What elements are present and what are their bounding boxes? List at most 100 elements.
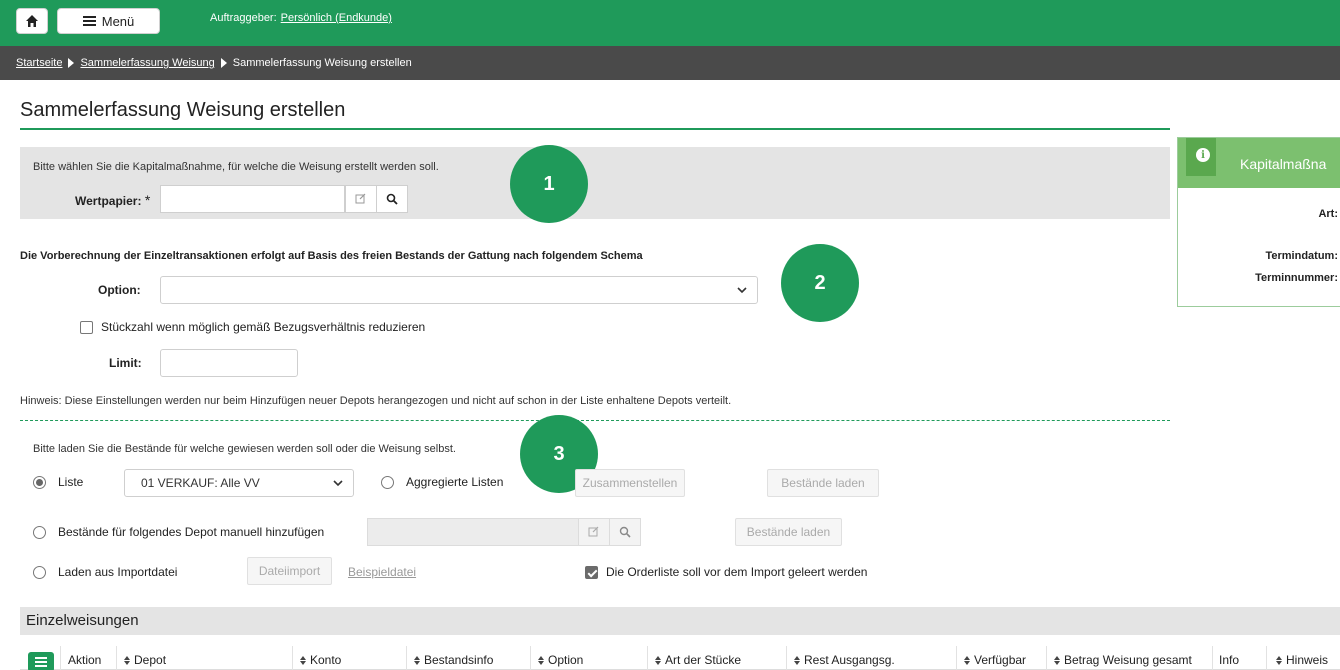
hamburger-icon bbox=[82, 16, 96, 26]
orderliste-leeren-label: Die Orderliste soll vor dem Import gelee… bbox=[606, 565, 868, 579]
home-icon bbox=[26, 15, 38, 27]
column-header-info: Info bbox=[1219, 653, 1239, 667]
kapitalmassnahme-info-panel: i Kapitalmaßna Art: Termindatum: Terminn… bbox=[1177, 137, 1340, 307]
column-header-hinweis[interactable]: Hinweis bbox=[1276, 653, 1328, 667]
import-label: Laden aus Importdatei bbox=[58, 565, 178, 579]
column-header-depot[interactable]: Depot bbox=[124, 653, 166, 667]
info-panel-header: i Kapitalmaßna bbox=[1178, 138, 1340, 188]
title-divider bbox=[20, 128, 1170, 130]
manuell-option: Bestände für folgendes Depot manuell hin… bbox=[33, 525, 324, 539]
page-title: Sammelerfassung Weisung erstellen bbox=[20, 99, 346, 121]
bestaende-laden-button-liste[interactable]: Bestände laden bbox=[767, 469, 879, 497]
column-separator bbox=[786, 646, 787, 670]
sort-icon bbox=[1276, 655, 1282, 665]
import-option: Laden aus Importdatei bbox=[33, 565, 177, 579]
manuell-radio[interactable] bbox=[33, 525, 46, 539]
chevron-down-icon bbox=[333, 480, 343, 487]
edit-icon bbox=[355, 193, 366, 204]
breadcrumb-separator-icon bbox=[220, 58, 227, 68]
liste-select[interactable]: 01 VERKAUF: Alle VV bbox=[124, 469, 354, 497]
column-separator bbox=[60, 646, 61, 670]
liste-option: Liste bbox=[33, 475, 83, 489]
info-termindatum-label: Termindatum: bbox=[1265, 250, 1338, 262]
column-label: Rest Ausgangsg. bbox=[804, 653, 895, 667]
column-header-bestandsinfo[interactable]: Bestandsinfo bbox=[414, 653, 493, 667]
breadcrumb-current: Sammelerfassung Weisung erstellen bbox=[232, 57, 412, 69]
column-separator bbox=[1266, 646, 1267, 670]
column-label: Option bbox=[548, 653, 584, 667]
depot-input[interactable] bbox=[367, 518, 579, 546]
auftraggeber-info: Auftraggeber: Persönlich (Endkunde) bbox=[210, 12, 392, 24]
column-label: Hinweis bbox=[1286, 653, 1329, 667]
breadcrumb-startseite[interactable]: Startseite bbox=[16, 57, 62, 69]
chevron-down-icon bbox=[737, 287, 747, 294]
wertpapier-search-button[interactable] bbox=[376, 185, 408, 213]
sort-icon bbox=[964, 655, 970, 665]
required-mark: * bbox=[144, 192, 151, 208]
bestaende-laden-button-depot[interactable]: Bestände laden bbox=[735, 518, 842, 546]
column-label: Bestandsinfo bbox=[424, 653, 494, 667]
sort-icon bbox=[1054, 655, 1060, 665]
wertpapier-section: Bitte wählen Sie die Kapitalmaßnahme, fü… bbox=[20, 147, 1170, 219]
column-separator bbox=[1046, 646, 1047, 670]
menu-button[interactable]: Menü bbox=[57, 8, 160, 34]
column-label: Konto bbox=[310, 653, 342, 667]
breadcrumb-sammelerfassung[interactable]: Sammelerfassung Weisung bbox=[80, 57, 214, 69]
depot-edit-button[interactable] bbox=[578, 518, 610, 546]
edit-icon bbox=[588, 526, 599, 537]
limit-label: Limit: bbox=[109, 356, 142, 370]
einzelweisungen-header: Einzelweisungen bbox=[20, 607, 1340, 635]
column-header-betrag-weisung[interactable]: Betrag Weisung gesamt bbox=[1054, 653, 1192, 667]
column-header-option[interactable]: Option bbox=[538, 653, 583, 667]
column-label: Depot bbox=[134, 653, 167, 667]
step-marker-1: 1 bbox=[510, 145, 588, 223]
import-radio[interactable] bbox=[33, 565, 46, 579]
sort-icon bbox=[655, 655, 661, 665]
dateiimport-button[interactable]: Dateiimport bbox=[247, 557, 332, 585]
breadcrumb-separator-icon bbox=[68, 58, 75, 68]
wertpapier-label-text: Wertpapier: bbox=[75, 194, 142, 208]
liste-radio[interactable] bbox=[33, 475, 46, 489]
reduce-checkbox[interactable] bbox=[80, 320, 93, 334]
table-menu-button[interactable] bbox=[28, 652, 54, 670]
column-label: Betrag Weisung gesamt bbox=[1064, 653, 1192, 667]
info-panel-title: Kapitalmaßna bbox=[1240, 156, 1327, 172]
top-bar: Menü Auftraggeber: Persönlich (Endkunde) bbox=[0, 0, 1340, 46]
column-separator bbox=[647, 646, 648, 670]
beispieldatei-link[interactable]: Beispieldatei bbox=[348, 565, 416, 579]
depot-search-button[interactable] bbox=[609, 518, 641, 546]
wertpapier-input[interactable] bbox=[160, 185, 345, 213]
bestaende-intro: Bitte laden Sie die Bestände für welche … bbox=[33, 443, 456, 455]
column-header-verfuegbar[interactable]: Verfügbar bbox=[964, 653, 1026, 667]
orderliste-leeren-checkbox[interactable] bbox=[585, 565, 598, 579]
sort-icon bbox=[414, 655, 420, 665]
wertpapier-label: Wertpapier: * bbox=[75, 192, 150, 208]
home-button[interactable] bbox=[16, 8, 48, 34]
aggregierte-radio[interactable] bbox=[381, 475, 394, 489]
column-label: Info bbox=[1219, 653, 1240, 667]
wertpapier-edit-button[interactable] bbox=[345, 185, 377, 213]
zusammenstellen-button[interactable]: Zusammenstellen bbox=[575, 469, 685, 497]
column-header-konto[interactable]: Konto bbox=[300, 653, 341, 667]
wertpapier-hint: Bitte wählen Sie die Kapitalmaßnahme, fü… bbox=[33, 161, 439, 173]
sort-icon bbox=[300, 655, 306, 665]
column-separator bbox=[1212, 646, 1213, 670]
column-header-art-der-stuecke[interactable]: Art der Stücke bbox=[655, 653, 741, 667]
menu-label: Menü bbox=[101, 13, 135, 29]
info-icon: i bbox=[1196, 148, 1210, 162]
liste-select-value: 01 VERKAUF: Alle VV bbox=[141, 476, 260, 490]
column-separator bbox=[956, 646, 957, 670]
limit-input[interactable] bbox=[160, 349, 298, 377]
column-separator bbox=[530, 646, 531, 670]
auftraggeber-label: Auftraggeber: bbox=[210, 12, 277, 24]
auftraggeber-link[interactable]: Persönlich (Endkunde) bbox=[281, 12, 392, 24]
hinweis-text: Hinweis: Diese Einstellungen werden nur … bbox=[20, 395, 732, 407]
column-header-rest-ausgangsg[interactable]: Rest Ausgangsg. bbox=[794, 653, 895, 667]
vorberechnung-description: Die Vorberechnung der Einzeltransaktione… bbox=[20, 250, 643, 262]
sort-icon bbox=[538, 655, 544, 665]
option-select[interactable] bbox=[160, 276, 758, 304]
column-label: Verfügbar bbox=[974, 653, 1027, 667]
step-marker-2: 2 bbox=[781, 244, 859, 322]
column-separator bbox=[406, 646, 407, 670]
column-label: Art der Stücke bbox=[665, 653, 742, 667]
